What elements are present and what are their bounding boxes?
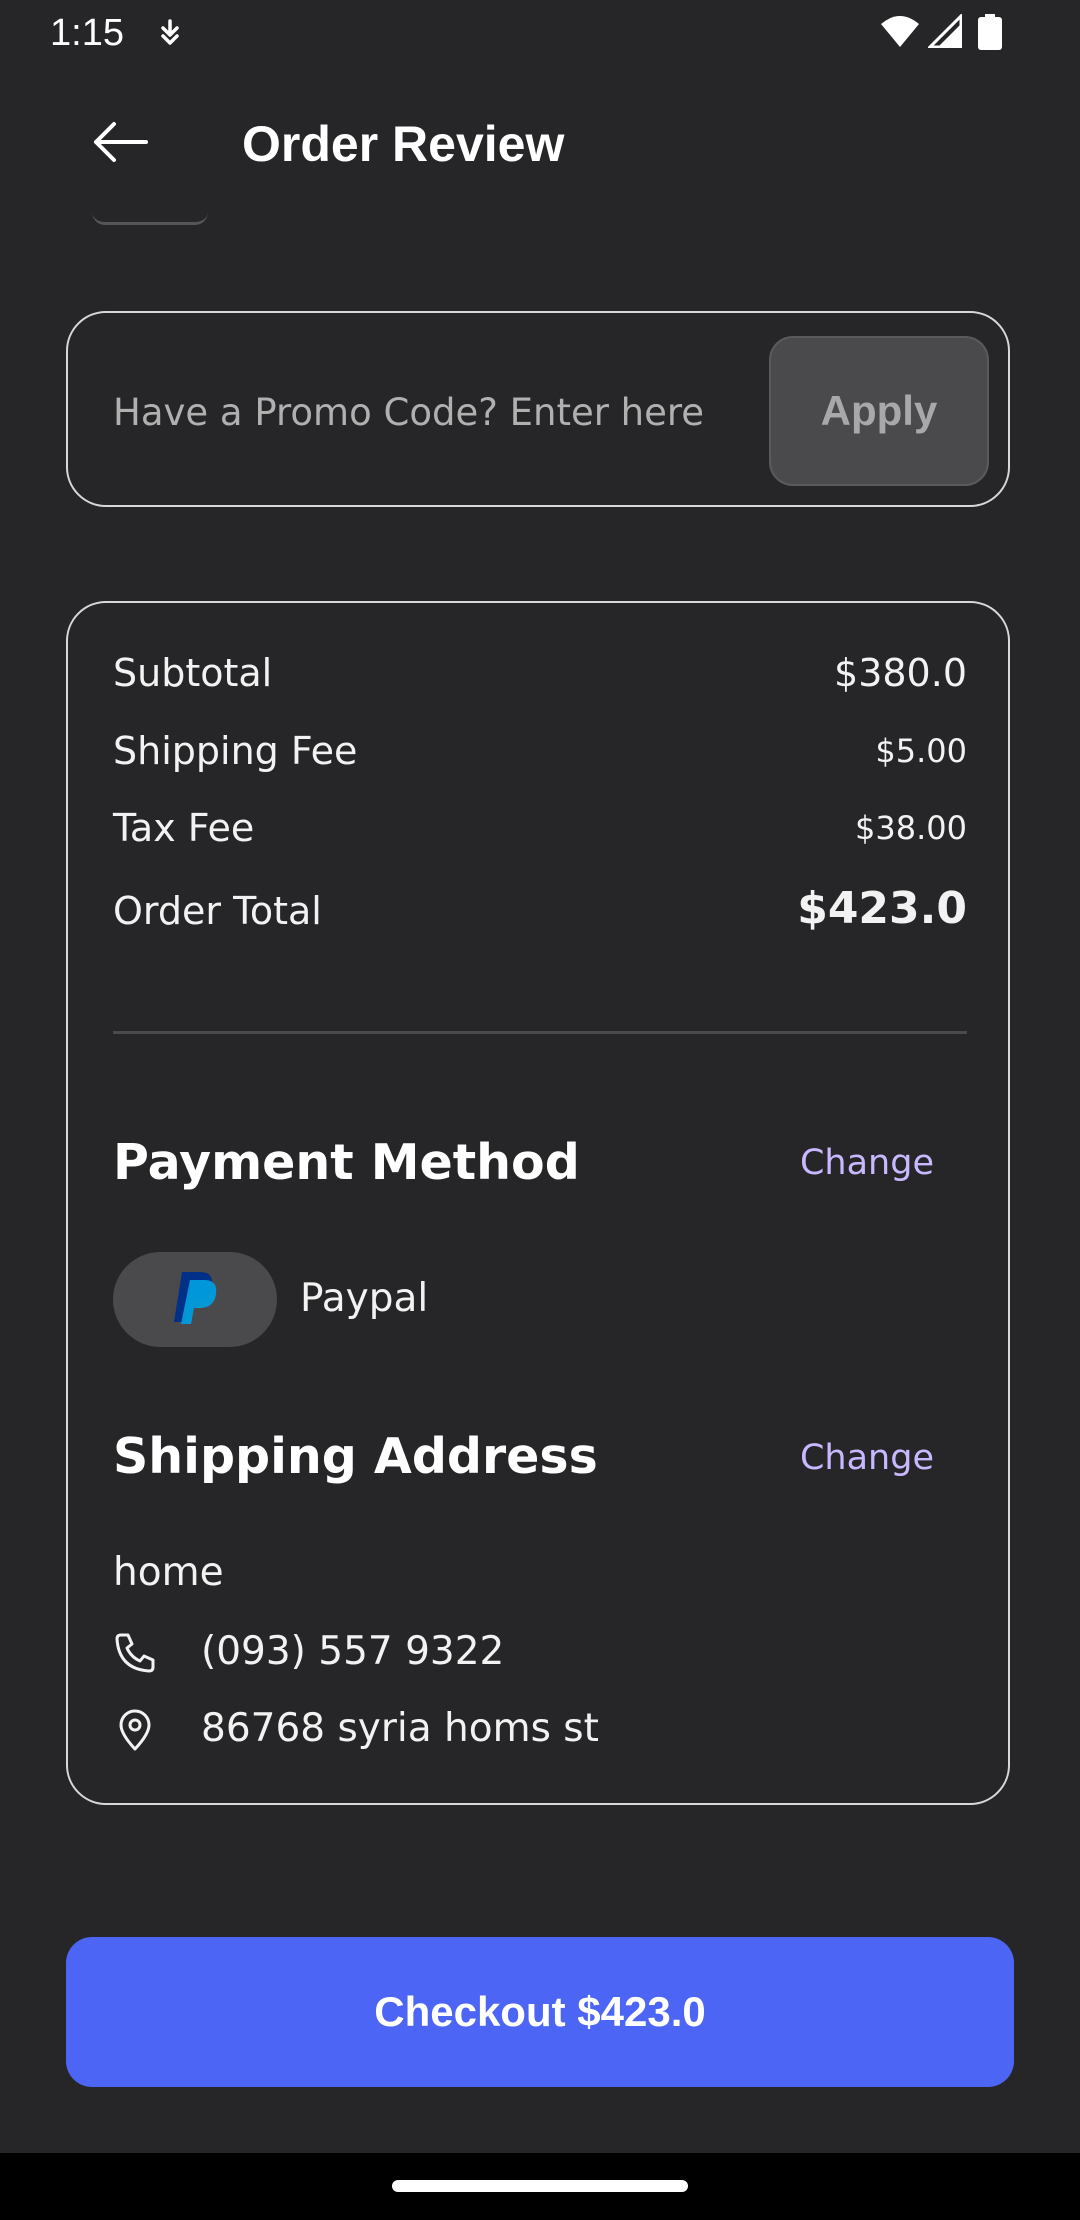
location-pin-icon <box>113 1708 157 1752</box>
paypal-badge[interactable] <box>113 1252 277 1347</box>
order-summary-card <box>66 601 1010 1805</box>
scrolled-content-edge <box>92 212 208 225</box>
address-line: 86768 syria homs st <box>201 1706 599 1751</box>
shipping-fee-value: $5.00 <box>875 732 967 770</box>
phone-icon <box>113 1631 157 1675</box>
signal-icon <box>926 12 963 53</box>
shipping-address-title: Shipping Address <box>113 1428 598 1485</box>
order-total-label: Order Total <box>113 889 322 933</box>
paypal-logo-icon <box>170 1268 220 1331</box>
change-address-link[interactable]: Change <box>800 1433 934 1483</box>
apply-button[interactable]: Apply <box>769 336 989 486</box>
shipping-fee-label: Shipping Fee <box>113 729 358 773</box>
divider <box>113 1031 967 1034</box>
payment-method-name: Paypal <box>300 1276 429 1321</box>
payment-method-title: Payment Method <box>113 1134 580 1191</box>
back-button[interactable] <box>84 108 156 180</box>
home-indicator[interactable] <box>392 2180 688 2192</box>
order-total-value: $423.0 <box>797 883 967 934</box>
page-title: Order Review <box>242 116 565 172</box>
checkout-button[interactable]: Checkout $423.0 <box>66 1937 1014 2087</box>
wifi-icon <box>880 14 920 53</box>
arrow-left-icon <box>92 120 148 169</box>
address-name: home <box>113 1550 224 1595</box>
change-payment-link[interactable]: Change <box>800 1138 934 1188</box>
subtotal-value: $380.0 <box>834 651 967 695</box>
tax-fee-label: Tax Fee <box>113 806 255 850</box>
promo-code-input[interactable] <box>113 382 753 442</box>
subtotal-label: Subtotal <box>113 651 273 695</box>
phone-number: (093) 557 9322 <box>201 1629 505 1674</box>
battery-icon <box>978 14 1002 55</box>
tax-fee-value: $38.00 <box>855 809 967 847</box>
data-saver-icon <box>155 18 185 53</box>
status-time: 1:15 <box>50 12 124 54</box>
